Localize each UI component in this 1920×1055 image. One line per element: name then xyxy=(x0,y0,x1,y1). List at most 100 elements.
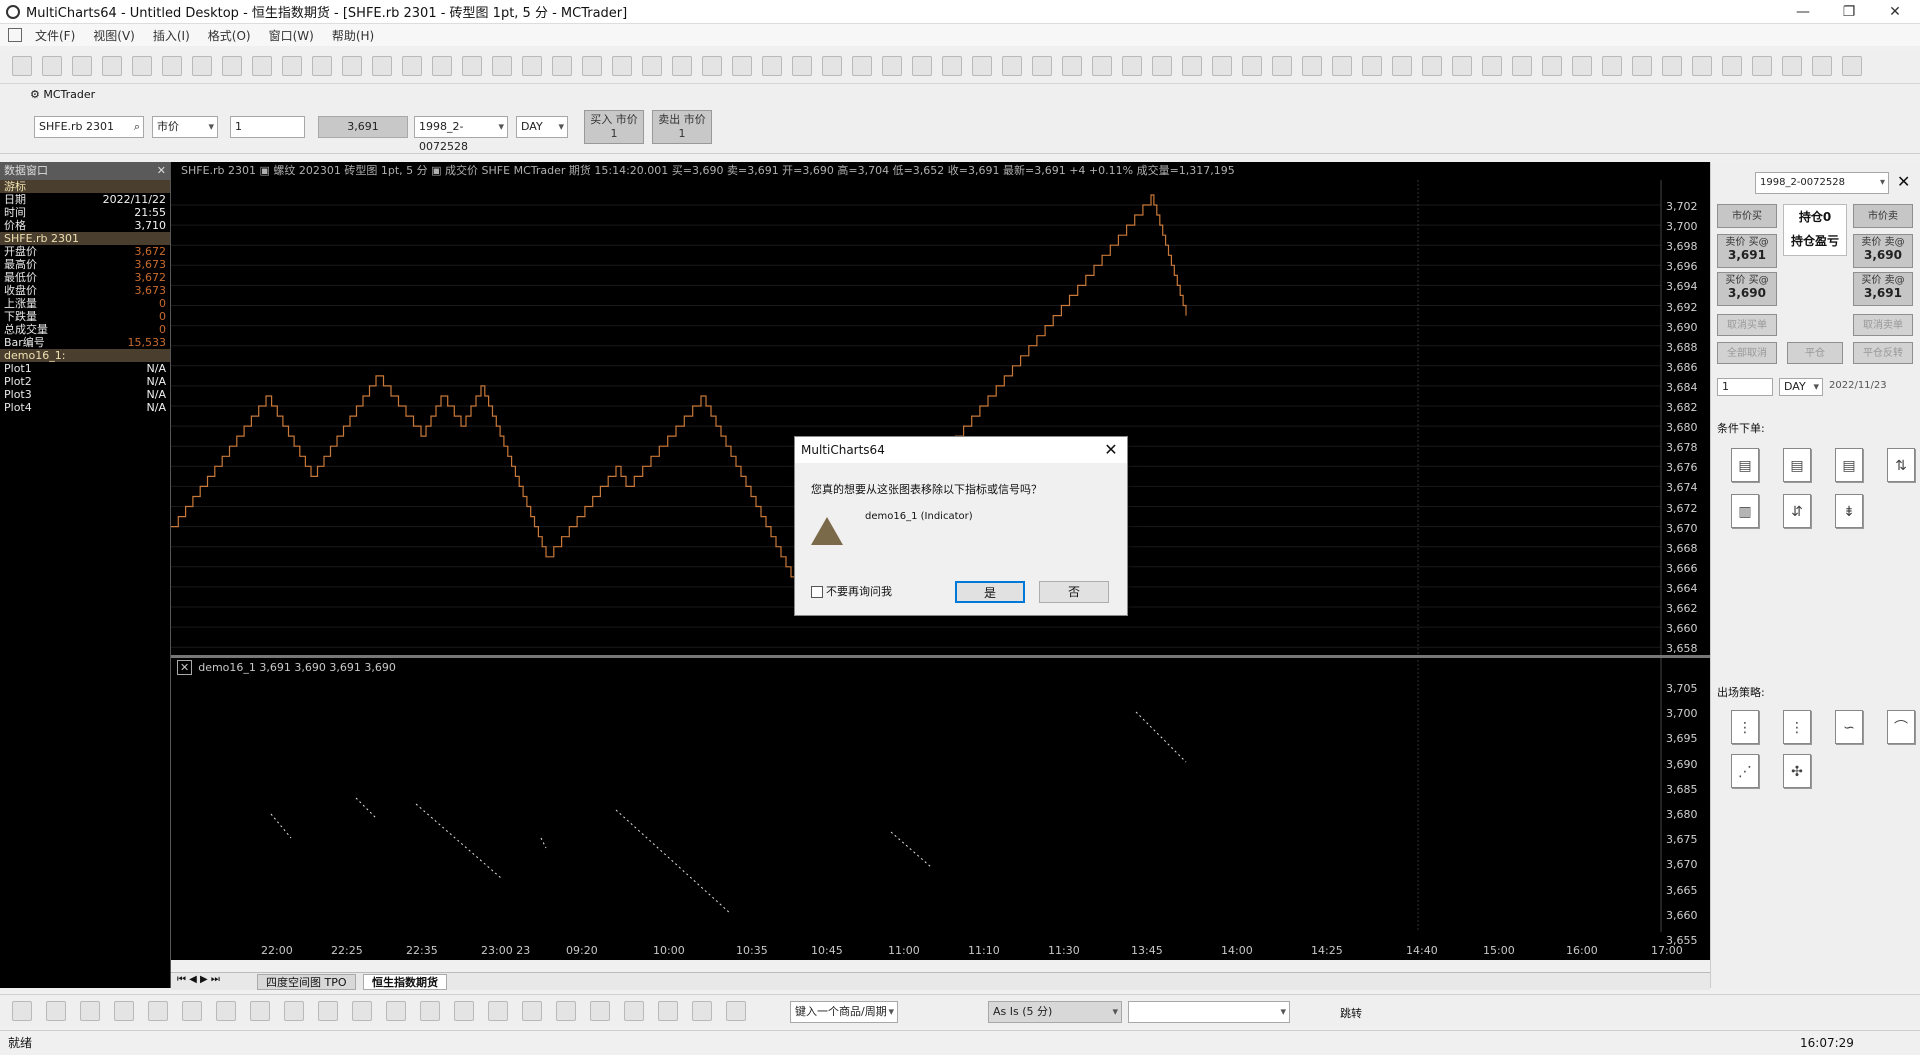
cancel-all-button[interactable]: 全部取消 xyxy=(1717,342,1777,364)
toolbar-button-25[interactable] xyxy=(762,56,782,76)
draw-tool-4[interactable] xyxy=(148,1001,168,1021)
dialog-close-icon[interactable]: ✕ xyxy=(1101,437,1121,463)
toolbar-button-8[interactable] xyxy=(252,56,272,76)
toolbar-button-54[interactable] xyxy=(1632,56,1652,76)
toolbar-button-16[interactable] xyxy=(492,56,512,76)
account-select[interactable]: 1998_2-0072528 xyxy=(414,116,508,153)
draw-tool-16[interactable] xyxy=(556,1001,576,1021)
exit-strategy-6-icon[interactable]: ✣ xyxy=(1783,754,1811,788)
exit-strategy-1-icon[interactable]: ⋮ xyxy=(1731,710,1759,744)
draw-tool-2[interactable] xyxy=(80,1001,100,1021)
toolbar-button-44[interactable] xyxy=(1332,56,1352,76)
toolbar-button-60[interactable] xyxy=(1812,56,1832,76)
toolbar-button-43[interactable] xyxy=(1302,56,1322,76)
toolbar-button-47[interactable] xyxy=(1422,56,1442,76)
toolbar-button-10[interactable] xyxy=(312,56,332,76)
draw-tool-3[interactable] xyxy=(114,1001,134,1021)
exit-strategy-5-icon[interactable]: ⋰ xyxy=(1731,754,1759,788)
draw-tool-9[interactable] xyxy=(318,1001,338,1021)
menu-window[interactable]: 窗口(W) xyxy=(260,27,323,44)
sell-bid2-button[interactable]: 买价 卖@ 3,691 xyxy=(1853,272,1913,306)
menu-help[interactable]: 帮助(H) xyxy=(323,27,383,44)
toolbar-button-17[interactable] xyxy=(522,56,542,76)
toolbar-button-35[interactable] xyxy=(1062,56,1082,76)
toolbar-button-19[interactable] xyxy=(582,56,602,76)
toolbar-button-11[interactable] xyxy=(342,56,362,76)
toolbar-button-20[interactable] xyxy=(612,56,632,76)
draw-tool-20[interactable] xyxy=(692,1001,712,1021)
maximize-button[interactable]: ❐ xyxy=(1826,0,1872,24)
buy-bid-button[interactable]: 买价 买@ 3,690 xyxy=(1717,272,1777,306)
panel-qty-stepper[interactable]: 1 xyxy=(1717,378,1773,396)
toolbar-button-49[interactable] xyxy=(1482,56,1502,76)
exit-strategy-4-icon[interactable]: ⌒ xyxy=(1887,710,1915,744)
order-type-select[interactable]: 市价 xyxy=(152,116,218,138)
toolbar-button-32[interactable] xyxy=(972,56,992,76)
toolbar-button-59[interactable] xyxy=(1782,56,1802,76)
toolbar-button-1[interactable] xyxy=(42,56,62,76)
close-icon[interactable]: ✕ xyxy=(157,162,166,180)
draw-tool-13[interactable] xyxy=(454,1001,474,1021)
toolbar-button-58[interactable] xyxy=(1752,56,1772,76)
jump-button[interactable]: 跳转 xyxy=(1340,1005,1362,1021)
toolbar-button-34[interactable] xyxy=(1032,56,1052,76)
toolbar-button-37[interactable] xyxy=(1122,56,1142,76)
limit-order-icon[interactable]: ▤ xyxy=(1783,448,1811,482)
close-button[interactable]: ✕ xyxy=(1872,0,1918,24)
toolbar-button-5[interactable] xyxy=(162,56,182,76)
tab-tpo[interactable]: 四度空间图 TPO xyxy=(257,974,356,990)
draw-tool-12[interactable] xyxy=(420,1001,440,1021)
close-position-button[interactable]: 平仓 xyxy=(1787,342,1843,364)
date-input[interactable] xyxy=(1128,1001,1290,1023)
checkbox-box[interactable] xyxy=(811,586,823,598)
reverse-position-button[interactable]: 平仓反转 xyxy=(1853,342,1913,364)
menu-format[interactable]: 格式(O) xyxy=(199,27,260,44)
toolbar-button-57[interactable] xyxy=(1722,56,1742,76)
sell-market-panel-button[interactable]: 市价卖 xyxy=(1853,204,1913,228)
toolbar-button-30[interactable] xyxy=(912,56,932,76)
minimize-button[interactable]: — xyxy=(1780,0,1826,24)
toolbar-button-27[interactable] xyxy=(822,56,842,76)
toolbar-button-15[interactable] xyxy=(462,56,482,76)
stop-order-icon[interactable]: ▤ xyxy=(1731,448,1759,482)
toolbar-button-52[interactable] xyxy=(1572,56,1592,76)
toolbar-button-40[interactable] xyxy=(1212,56,1232,76)
order-bar-tab[interactable]: ⚙ MCTrader xyxy=(30,88,95,101)
dont-ask-checkbox[interactable]: 不要再询问我 xyxy=(811,583,892,599)
panel-close-icon[interactable]: ✕ xyxy=(1897,172,1910,191)
remove-indicator-icon[interactable]: ✕ xyxy=(177,660,193,675)
toolbar-button-7[interactable] xyxy=(222,56,242,76)
toolbar-button-4[interactable] xyxy=(132,56,152,76)
quantity-stepper[interactable]: 1 xyxy=(230,116,305,138)
resolution-select[interactable]: As Is (5 分) xyxy=(988,1001,1122,1023)
tif-select[interactable]: DAY xyxy=(516,116,568,138)
trailing-order-icon[interactable]: ⇅ xyxy=(1887,448,1915,482)
draw-tool-7[interactable] xyxy=(250,1001,270,1021)
toolbar-button-12[interactable] xyxy=(372,56,392,76)
panel-account-select[interactable]: 1998_2-0072528 xyxy=(1755,172,1889,194)
toolbar-button-38[interactable] xyxy=(1152,56,1172,76)
toolbar-button-45[interactable] xyxy=(1362,56,1382,76)
draw-tool-0[interactable] xyxy=(12,1001,32,1021)
toolbar-button-39[interactable] xyxy=(1182,56,1202,76)
toolbar-button-50[interactable] xyxy=(1512,56,1532,76)
menu-view[interactable]: 视图(V) xyxy=(84,27,144,44)
exit-strategy-3-icon[interactable]: ∽ xyxy=(1835,710,1863,744)
toolbar-button-48[interactable] xyxy=(1452,56,1472,76)
symbol-field[interactable]: SHFE.rb 2301 ⌕ xyxy=(34,116,144,138)
toolbar-button-29[interactable] xyxy=(882,56,902,76)
draw-tool-10[interactable] xyxy=(352,1001,372,1021)
no-button[interactable]: 否 xyxy=(1039,581,1109,603)
toolbar-button-61[interactable] xyxy=(1842,56,1862,76)
draw-tool-17[interactable] xyxy=(590,1001,610,1021)
panel-tif-select[interactable]: DAY xyxy=(1779,378,1823,396)
yes-button[interactable]: 是 xyxy=(955,581,1025,603)
tab-hsi-futures[interactable]: 恒生指数期货 xyxy=(363,974,447,990)
draw-tool-1[interactable] xyxy=(46,1001,66,1021)
stop-limit-order-icon[interactable]: ▤ xyxy=(1835,448,1863,482)
draw-tool-5[interactable] xyxy=(182,1001,202,1021)
sell-bid-button[interactable]: 卖价 买@ 3,691 xyxy=(1717,234,1777,268)
draw-tool-21[interactable] xyxy=(726,1001,746,1021)
toolbar-button-55[interactable] xyxy=(1662,56,1682,76)
toolbar-button-2[interactable] xyxy=(72,56,92,76)
